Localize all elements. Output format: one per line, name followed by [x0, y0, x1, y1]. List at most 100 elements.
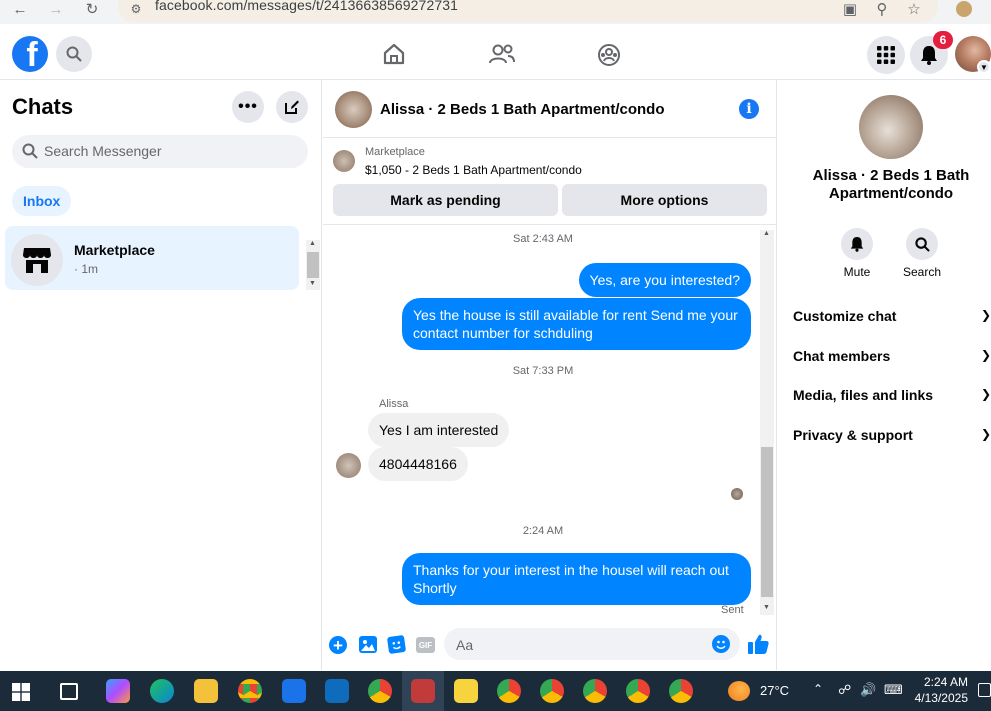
details-avatar[interactable] [859, 95, 923, 159]
conversation-panel: Alissa · 2 Beds 1 Bath Apartment/condo i… [323, 80, 777, 670]
chrome-icon[interactable] [238, 679, 262, 703]
show-hidden-icons-chevron-icon[interactable]: ⌃ [813, 682, 823, 696]
url-text: facebook.com/messages/t/2413663856927273… [155, 0, 458, 13]
file-explorer-icon[interactable] [194, 679, 218, 703]
section-label: Customize chat [793, 308, 897, 324]
info-icon[interactable]: i [739, 99, 759, 119]
scroll-up-arrow-icon[interactable]: ▲ [309, 240, 316, 247]
add-plus-icon[interactable]: + [329, 636, 347, 654]
message-bubble-received[interactable]: Yes I am interested [368, 413, 510, 447]
sticker-icon[interactable] [386, 634, 407, 655]
chevron-down-icon: ❯ [980, 348, 991, 362]
store-icon[interactable] [282, 679, 306, 703]
tab-inbox[interactable]: Inbox [12, 186, 72, 216]
messages-scrollbar[interactable]: ▲ ▼ [760, 230, 774, 615]
timestamp: Sat 7:33 PM [512, 365, 574, 377]
search-icon[interactable] [906, 228, 938, 260]
zoom-icon[interactable]: ⚲ [872, 0, 892, 18]
scroll-down-arrow-icon[interactable]: ▼ [309, 280, 316, 287]
sender-name: Alissa [379, 398, 409, 410]
new-message-icon[interactable] [276, 91, 308, 123]
forward-arrow-icon[interactable]: → [46, 0, 66, 18]
task-view-icon[interactable] [60, 683, 78, 700]
message-bubble-sent[interactable]: Thanks for your interest in the housel w… [402, 553, 751, 605]
more-options-icon[interactable]: ••• [232, 91, 264, 123]
timestamp: 2:24 AM [522, 525, 564, 537]
listing-title[interactable]: $1,050 - 2 Beds 1 Bath Apartment/condo [365, 163, 582, 177]
sender-avatar[interactable] [336, 453, 361, 478]
message-composer-input[interactable]: Aa [444, 628, 740, 660]
notification-center-icon[interactable] [978, 683, 991, 697]
weather-temp[interactable]: 27°C [760, 683, 789, 698]
outlook-icon[interactable] [325, 679, 349, 703]
copilot-icon[interactable] [106, 679, 130, 703]
windows-taskbar: 27°C ⌃ ☍ 🔊 ⌨ 2:24 AM 4/13/2025 [0, 671, 991, 711]
mute-bell-icon[interactable] [841, 228, 873, 260]
reload-icon[interactable]: ↻ [82, 0, 102, 18]
chevron-down-icon: ❯ [980, 308, 991, 322]
facebook-logo-icon[interactable]: f [12, 36, 48, 72]
sidebar-scrollbar[interactable]: ▲ ▼ [306, 240, 320, 290]
search-label: Search [902, 265, 942, 279]
conversation-item-marketplace[interactable]: Marketplace · 1m [5, 226, 299, 290]
volume-icon[interactable]: 🔊 [860, 682, 876, 698]
section-label: Media, files and links [793, 387, 934, 403]
weather-icon[interactable] [728, 681, 750, 701]
message-bubble-sent[interactable]: Yes the house is still available for ren… [402, 298, 751, 350]
snipping-tool-icon[interactable] [411, 679, 435, 703]
site-info-icon[interactable]: ⚙ [126, 0, 146, 18]
scrollbar-thumb[interactable] [761, 447, 773, 597]
search-icon [22, 143, 38, 159]
privacy-support-section[interactable]: Privacy & support ❯ [793, 427, 991, 443]
media-files-links-section[interactable]: Media, files and links ❯ [793, 387, 991, 403]
listing-source: Marketplace [365, 146, 425, 158]
bookmark-star-icon[interactable]: ☆ [904, 0, 924, 18]
friends-icon[interactable] [489, 43, 515, 65]
conversation-title[interactable]: Alissa · 2 Beds 1 Bath Apartment/condo [380, 101, 665, 118]
sticky-notes-icon[interactable] [454, 679, 478, 703]
windows-start-icon[interactable] [12, 683, 30, 701]
search-icon[interactable] [56, 36, 92, 72]
profile-icon[interactable] [954, 0, 974, 18]
home-icon[interactable] [382, 43, 406, 65]
chrome-profile-icon[interactable] [669, 679, 693, 703]
message-bubble-sent[interactable]: Yes, are you interested? [578, 263, 751, 297]
search-messenger-input[interactable]: Search Messenger [12, 135, 308, 168]
chrome-profile-icon[interactable] [368, 679, 392, 703]
language-icon[interactable]: ⌨ [884, 682, 903, 698]
back-arrow-icon[interactable]: ← [10, 0, 30, 18]
menu-grid-icon[interactable] [867, 36, 905, 74]
scroll-up-arrow-icon[interactable]: ▲ [763, 230, 770, 237]
account-chevron-down-icon[interactable]: ▼ [977, 60, 991, 74]
more-options-button[interactable]: More options [562, 184, 767, 216]
customize-chat-section[interactable]: Customize chat ❯ [793, 308, 991, 324]
gif-icon[interactable]: GIF [416, 637, 435, 653]
like-thumbs-up-icon[interactable] [748, 634, 769, 654]
divider [323, 224, 777, 225]
edge-browser-icon[interactable] [150, 679, 174, 703]
install-app-icon[interactable]: ▣ [840, 0, 860, 18]
chrome-profile-icon[interactable] [540, 679, 564, 703]
conversation-avatar[interactable] [335, 91, 372, 128]
conversation-time: · 1m [74, 262, 98, 276]
clock[interactable]: 2:24 AM 4/13/2025 [908, 674, 968, 706]
chevron-down-icon: ❯ [980, 427, 991, 441]
clock-date: 4/13/2025 [914, 691, 968, 705]
scroll-down-arrow-icon[interactable]: ▼ [763, 604, 770, 611]
chrome-profile-icon[interactable] [626, 679, 650, 703]
chat-members-section[interactable]: Chat members ❯ [793, 348, 991, 364]
chrome-profile-icon[interactable] [497, 679, 521, 703]
network-icon[interactable]: ☍ [838, 682, 851, 698]
message-bubble-received[interactable]: 4804448166 [368, 447, 468, 481]
search-placeholder: Search Messenger [44, 143, 162, 159]
read-receipt-avatar [731, 488, 743, 500]
groups-icon[interactable] [597, 43, 621, 67]
chrome-profile-icon[interactable] [583, 679, 607, 703]
scrollbar-thumb[interactable] [307, 252, 319, 278]
chats-sidebar: Chats ••• Search Messenger Inbox Marketp… [0, 80, 322, 670]
conversation-details-panel: Alissa · 2 Beds 1 Bath Apartment/condo M… [778, 80, 991, 670]
browser-toolbar: ← → ↻ ⚙ facebook.com/messages/t/24136638… [0, 0, 991, 24]
mark-as-pending-button[interactable]: Mark as pending [333, 184, 558, 216]
emoji-icon[interactable] [712, 635, 730, 653]
photo-icon[interactable] [359, 636, 377, 653]
